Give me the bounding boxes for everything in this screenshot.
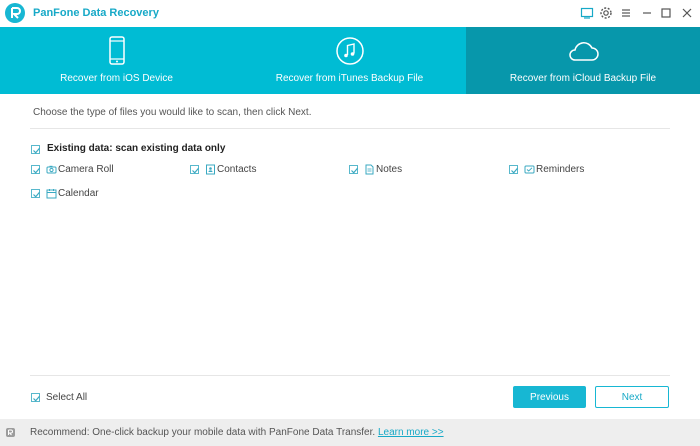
minimize-icon[interactable] — [640, 6, 654, 20]
app-icon — [5, 427, 16, 438]
phone-icon — [103, 36, 131, 69]
reminders-icon — [524, 164, 535, 175]
select-all-label[interactable]: Select All — [46, 392, 87, 403]
existing-data-label: Existing data: scan existing data only — [47, 143, 226, 154]
maximize-icon[interactable] — [659, 6, 673, 20]
cloud-icon — [566, 36, 600, 69]
instruction-text: Choose the type of files you would like … — [33, 107, 312, 118]
divider — [30, 375, 670, 376]
menu-icon[interactable] — [619, 6, 633, 20]
tab-label: Recover from iOS Device — [60, 73, 173, 84]
divider — [30, 128, 670, 129]
footer-message: Recommend: One-click backup your mobile … — [30, 427, 378, 438]
mode-tabs: Recover from iOS Device Recover from iTu… — [0, 27, 700, 94]
app-title: PanFone Data Recovery — [33, 7, 159, 19]
learn-more-link[interactable]: Learn more >> — [378, 427, 444, 438]
camera-roll-checkbox[interactable] — [31, 165, 40, 174]
camera-icon — [46, 164, 57, 175]
tab-label: Recover from iCloud Backup File — [509, 73, 657, 84]
select-all-checkbox[interactable] — [31, 393, 40, 402]
notes-label: Notes — [376, 164, 403, 175]
contacts-icon — [205, 164, 216, 175]
contacts-label: Contacts — [217, 164, 257, 175]
recommend-footer: Recommend: One-click backup your mobile … — [0, 419, 700, 446]
music-icon — [335, 36, 365, 69]
title-bar: PanFone Data Recovery — [0, 0, 700, 27]
calendar-icon — [46, 188, 57, 199]
screen-icon[interactable] — [580, 6, 594, 20]
tab-ios-device[interactable]: Recover from iOS Device — [0, 27, 233, 94]
previous-button[interactable]: Previous — [513, 386, 586, 408]
app-logo — [5, 3, 25, 23]
tab-label: Recover from iTunes Backup File — [275, 73, 424, 84]
next-button[interactable]: Next — [595, 386, 669, 408]
camera-roll-label: Camera Roll — [58, 164, 114, 175]
notes-icon — [364, 164, 375, 175]
calendar-label: Calendar — [58, 188, 99, 199]
footer-text: Recommend: One-click backup your mobile … — [30, 427, 444, 438]
tab-itunes-backup[interactable]: Recover from iTunes Backup File — [233, 27, 466, 94]
calendar-checkbox[interactable] — [31, 189, 40, 198]
contacts-checkbox[interactable] — [190, 165, 199, 174]
reminders-checkbox[interactable] — [509, 165, 518, 174]
existing-data-checkbox[interactable] — [31, 145, 40, 154]
gear-icon[interactable] — [599, 6, 613, 20]
reminders-label: Reminders — [536, 164, 585, 175]
tab-icloud-backup[interactable]: Recover from iCloud Backup File — [466, 27, 700, 94]
close-icon[interactable] — [680, 6, 694, 20]
notes-checkbox[interactable] — [349, 165, 358, 174]
